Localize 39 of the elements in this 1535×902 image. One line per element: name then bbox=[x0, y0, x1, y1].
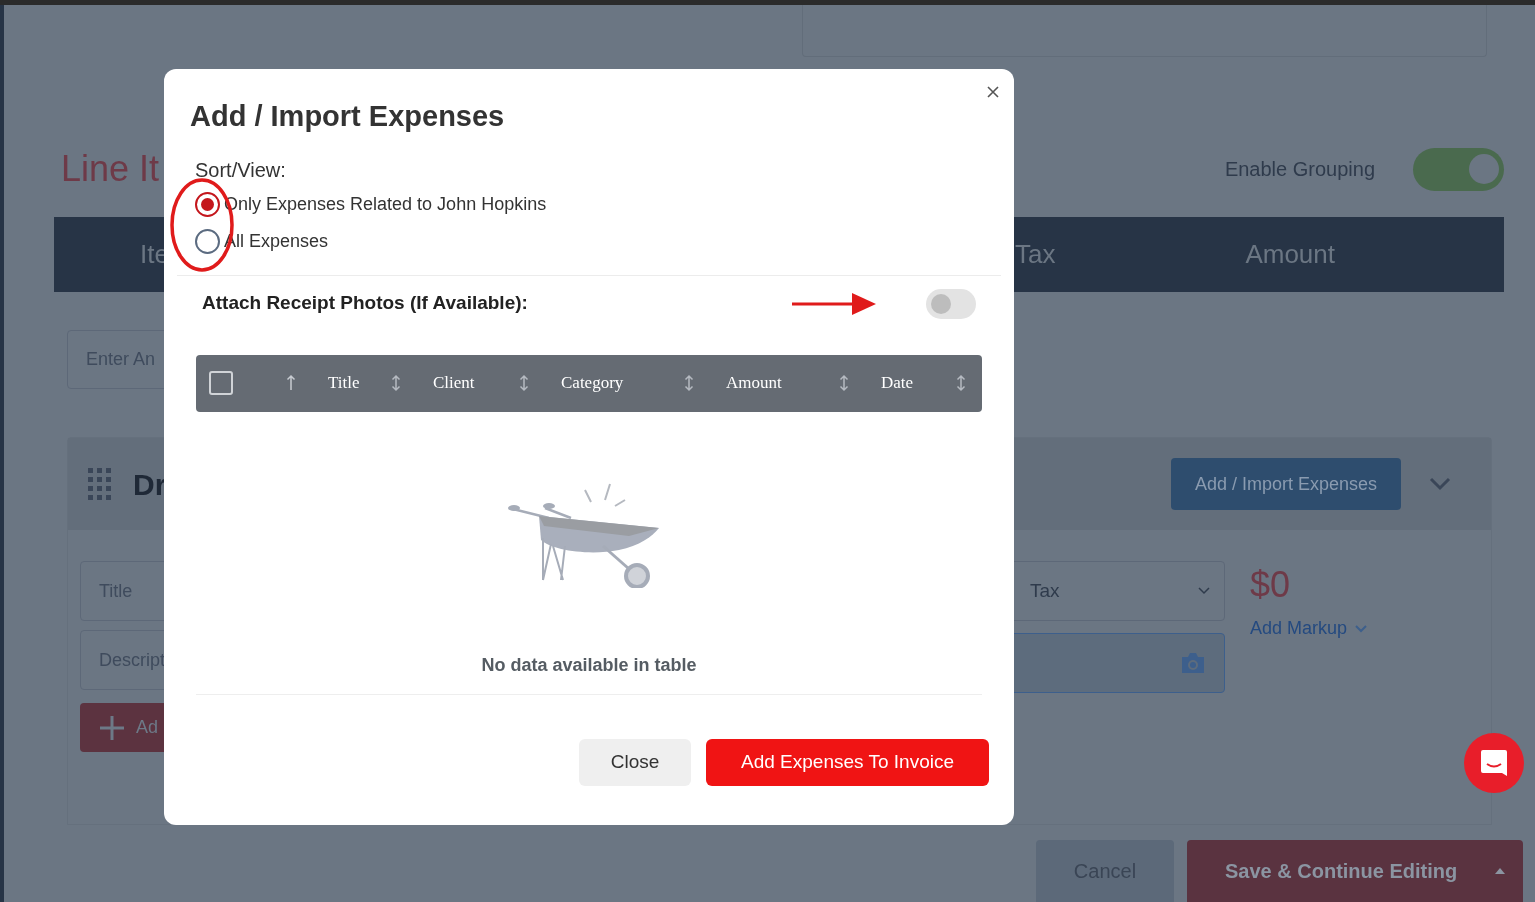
close-icon[interactable] bbox=[986, 85, 1000, 99]
chevron-down-icon[interactable] bbox=[1429, 477, 1451, 491]
plus-icon bbox=[100, 715, 124, 740]
chevron-down-icon bbox=[1198, 587, 1210, 595]
chat-launcher[interactable] bbox=[1464, 733, 1524, 793]
sort-up-icon[interactable] bbox=[286, 374, 296, 392]
column-header: Tax bbox=[1014, 238, 1056, 271]
select-all-checkbox[interactable] bbox=[209, 371, 233, 395]
radio-button[interactable] bbox=[195, 228, 220, 254]
group-title: Dr bbox=[133, 466, 167, 503]
section-heading: Line It bbox=[61, 147, 160, 191]
save-continue-button[interactable]: Save & Continue Editing bbox=[1187, 840, 1523, 902]
sort-icon[interactable] bbox=[956, 374, 966, 392]
add-expenses-button[interactable]: Add Expenses To Invoice bbox=[706, 738, 989, 786]
empty-table-message: No data available in table bbox=[481, 653, 697, 677]
column-header[interactable]: Date bbox=[881, 370, 914, 396]
toggle-label: Enable Grouping bbox=[1224, 157, 1375, 182]
caret-up-icon bbox=[1495, 868, 1505, 874]
sort-icon[interactable] bbox=[684, 374, 694, 392]
column-header[interactable]: Title bbox=[328, 370, 360, 396]
line-total: $0 bbox=[1250, 563, 1292, 607]
close-button[interactable]: Close bbox=[579, 738, 691, 786]
column-header[interactable]: Amount bbox=[726, 370, 782, 396]
sort-icon[interactable] bbox=[391, 374, 401, 392]
toggle-switch[interactable] bbox=[926, 288, 976, 319]
column-header[interactable]: Client bbox=[433, 370, 475, 396]
chevron-down-icon bbox=[1355, 624, 1368, 633]
sort-icon[interactable] bbox=[519, 374, 529, 392]
import-expenses-button[interactable]: Add / Import Expenses bbox=[1171, 458, 1401, 510]
chat-bubble-icon bbox=[1480, 749, 1508, 777]
sort-icon[interactable] bbox=[839, 374, 849, 392]
column-header: Amount bbox=[1245, 238, 1335, 271]
dialog-title: Add / Import Expenses bbox=[190, 99, 505, 134]
radio-button[interactable] bbox=[195, 191, 220, 217]
attach-label: Attach Receipt Photos (If Available): bbox=[202, 291, 528, 316]
drag-grip-icon[interactable] bbox=[88, 468, 112, 500]
sort-view-label: Sort/View: bbox=[195, 157, 287, 183]
column-header[interactable]: Category bbox=[561, 370, 624, 396]
grouping-toggle[interactable] bbox=[1413, 147, 1504, 191]
